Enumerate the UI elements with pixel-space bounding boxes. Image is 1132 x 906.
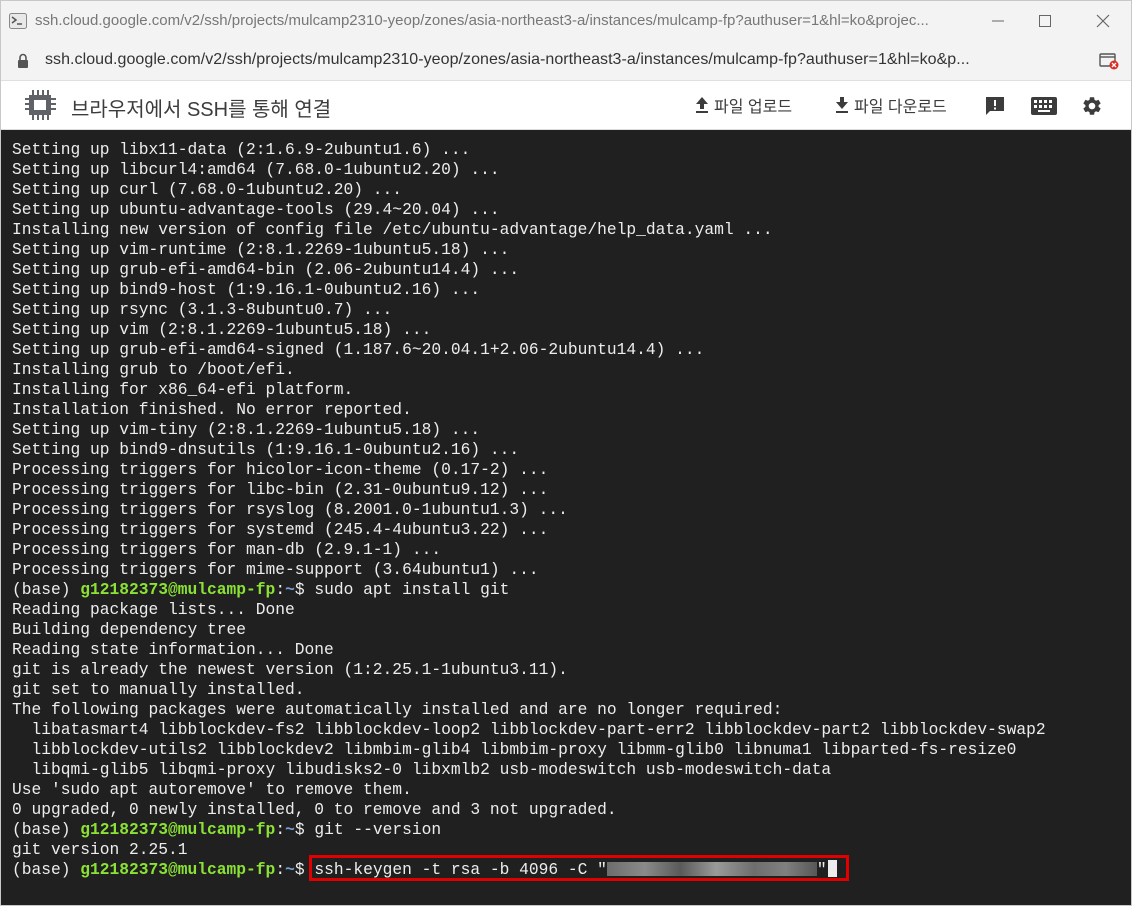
terminal-line: Setting up vim (2:8.1.2269-1ubuntu5.18) … [12, 320, 432, 339]
terminal-line: Installing grub to /boot/efi. [12, 360, 295, 379]
keyboard-icon[interactable] [1031, 97, 1057, 120]
upload-icon [696, 97, 708, 113]
terminal-output: Setting up libx11-data (2:1.6.9-2ubuntu1… [12, 140, 1046, 880]
feedback-icon[interactable] [984, 95, 1006, 122]
terminal-line: Processing triggers for man-db (2.9.1-1)… [12, 540, 442, 559]
download-icon [836, 97, 848, 113]
terminal-icon [9, 13, 27, 29]
terminal-line: Setting up vim-runtime (2:8.1.2269-1ubun… [12, 240, 510, 259]
terminal-line: Setting up grub-efi-amd64-bin (2.06-2ubu… [12, 260, 520, 279]
window-title: ssh.cloud.google.com/v2/ssh/projects/mul… [35, 12, 929, 29]
terminal-line: Reading state information... Done [12, 640, 334, 659]
minimize-icon [991, 14, 1005, 28]
terminal-line: Setting up libcurl4:amd64 (7.68.0-1ubunt… [12, 160, 500, 179]
command-text: sudo apt install git [314, 580, 510, 599]
maximize-button[interactable] [1022, 7, 1068, 35]
highlight-box [309, 855, 849, 881]
prompt-line: (base) g12182373@mulcamp-fp:~$ sudo apt … [12, 580, 510, 599]
upload-file-button[interactable]: 파일 업로드 [694, 93, 792, 117]
terminal-line: git is already the newest version (1:2.2… [12, 660, 568, 679]
terminal-line: Setting up grub-efi-amd64-signed (1.187.… [12, 340, 705, 359]
terminal-line: Setting up libx11-data (2:1.6.9-2ubuntu1… [12, 140, 471, 159]
terminal-line: Installing new version of config file /e… [12, 220, 773, 239]
terminal-line: Installation finished. No error reported… [12, 400, 412, 419]
terminal-line: Setting up ubuntu-advantage-tools (29.4~… [12, 200, 500, 219]
terminal-line: The following packages were automaticall… [12, 700, 783, 719]
terminal-line: Processing triggers for libc-bin (2.31-0… [12, 480, 549, 499]
chip-icon [24, 88, 56, 127]
terminal-line: Setting up vim-tiny (2:8.1.2269-1ubuntu5… [12, 420, 481, 439]
close-icon [1096, 14, 1110, 28]
close-button[interactable] [1080, 7, 1126, 35]
blocked-popup-icon[interactable] [1099, 52, 1119, 75]
download-file-label: 파일 다운로드 [854, 99, 947, 116]
title-bar: ssh.cloud.google.com/v2/ssh/projects/mul… [1, 1, 1131, 41]
browser-window: ssh.cloud.google.com/v2/ssh/projects/mul… [0, 0, 1132, 906]
prompt-line: (base) g12182373@mulcamp-fp:~$ git --ver… [12, 820, 442, 839]
terminal-line: 0 upgraded, 0 newly installed, 0 to remo… [12, 800, 617, 819]
maximize-icon [1038, 14, 1052, 28]
terminal[interactable]: Setting up libx11-data (2:1.6.9-2ubuntu1… [1, 130, 1131, 905]
minimize-button[interactable] [975, 7, 1021, 35]
url-text[interactable]: ssh.cloud.google.com/v2/ssh/projects/mul… [45, 51, 970, 69]
terminal-line: libatasmart4 libblockdev-fs2 libblockdev… [12, 720, 1046, 739]
terminal-line: Setting up bind9-dnsutils (1:9.16.1-0ubu… [12, 440, 520, 459]
upload-file-label: 파일 업로드 [714, 99, 793, 116]
terminal-line: Setting up rsync (3.1.3-8ubuntu0.7) ... [12, 300, 393, 319]
terminal-line: Building dependency tree [12, 620, 247, 639]
ssh-toolbar: 브라우저에서 SSH를 통해 연결 파일 업로드 파일 다운로드 [1, 81, 1131, 130]
gear-icon[interactable] [1081, 95, 1103, 122]
terminal-line: Setting up curl (7.68.0-1ubuntu2.20) ... [12, 180, 403, 199]
terminal-line: Setting up bind9-host (1:9.16.1-0ubuntu2… [12, 280, 481, 299]
download-file-button[interactable]: 파일 다운로드 [834, 93, 947, 117]
terminal-line: Processing triggers for systemd (245.4-4… [12, 520, 549, 539]
terminal-line: Processing triggers for hicolor-icon-the… [12, 460, 549, 479]
terminal-line: git set to manually installed. [12, 680, 305, 699]
terminal-line: Reading package lists... Done [12, 600, 295, 619]
terminal-line: libblockdev-utils2 libblockdev2 libmbim-… [12, 740, 1017, 759]
address-bar[interactable]: ssh.cloud.google.com/v2/ssh/projects/mul… [1, 41, 1131, 81]
terminal-line: Processing triggers for rsyslog (8.2001.… [12, 500, 568, 519]
app-title: 브라우저에서 SSH를 통해 연결 [71, 99, 332, 121]
terminal-line: Processing triggers for mime-support (3.… [12, 560, 539, 579]
lock-icon [17, 53, 29, 74]
terminal-line: Installing for x86_64-efi platform. [12, 380, 354, 399]
terminal-line: Use 'sudo apt autoremove' to remove them… [12, 780, 412, 799]
terminal-line: libqmi-glib5 libqmi-proxy libudisks2-0 l… [12, 760, 832, 779]
command-text: git --version [314, 820, 442, 839]
